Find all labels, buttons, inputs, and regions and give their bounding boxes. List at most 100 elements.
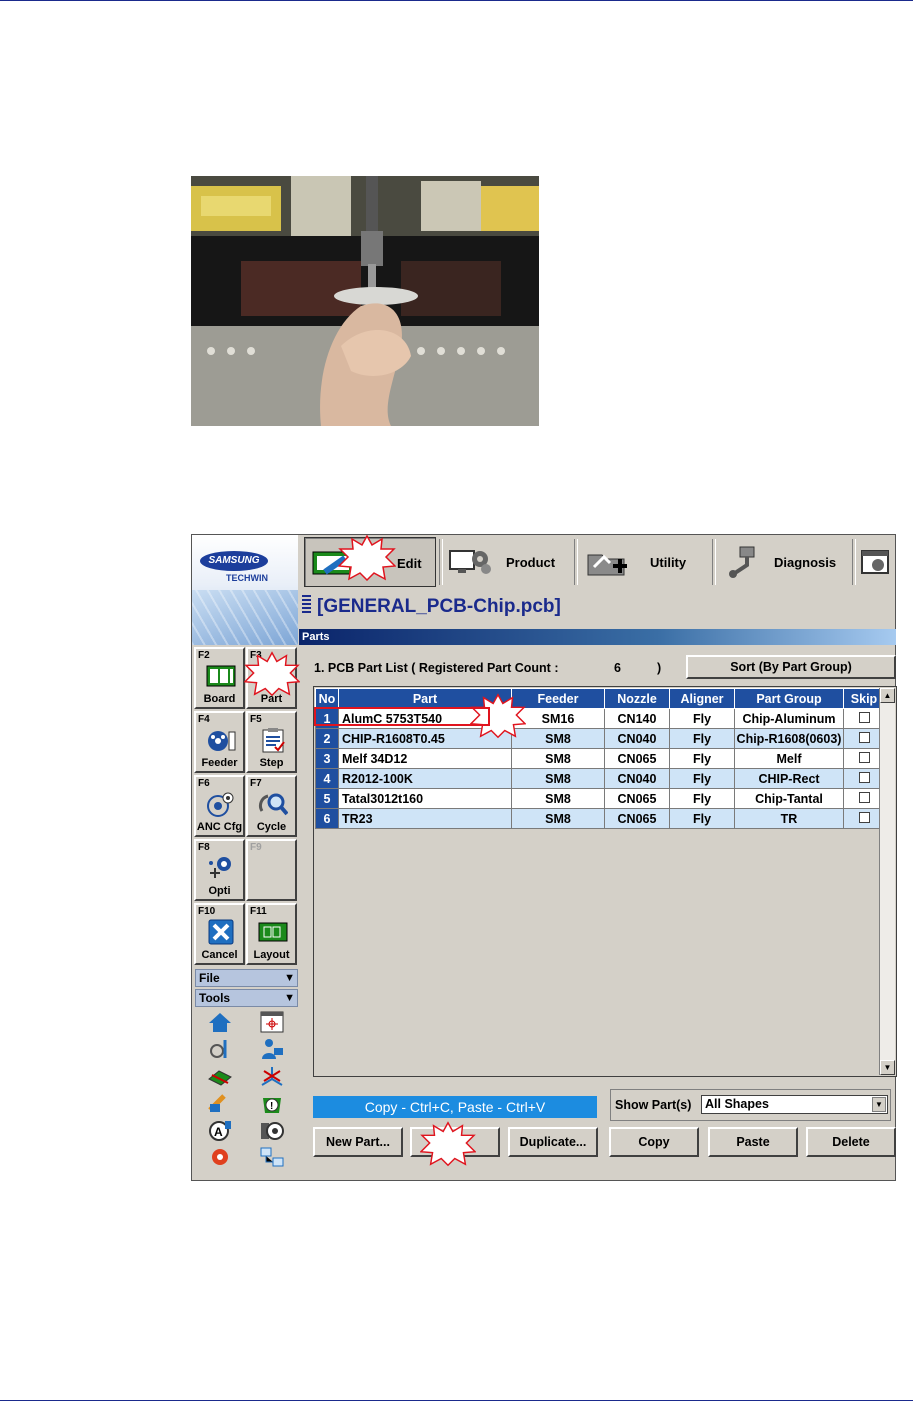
fkey-label: F10 <box>198 906 216 917</box>
top-rule <box>0 0 913 1</box>
skip-checkbox[interactable] <box>858 791 870 803</box>
fkey-label: F9 <box>250 842 262 853</box>
col-header-aligner[interactable]: Aligner <box>669 688 735 709</box>
nozzle-cell[interactable]: CN140 <box>604 708 670 729</box>
sort-by-part-group-button[interactable]: Sort (By Part Group) <box>686 655 896 679</box>
col-header-part-group[interactable]: Part Group <box>734 688 844 709</box>
part-group-cell[interactable]: Chip-Tantal <box>734 788 844 809</box>
fkey-name: Step <box>259 757 284 769</box>
col-header-no[interactable]: No <box>315 688 339 709</box>
table-row[interactable]: 5 Tatal3012t160 SM8 CN065 Fly Chip-Tanta… <box>315 788 885 809</box>
left-panel: SAMSUNG TECHWIN F2 Board F3 Part F4 Feed… <box>192 535 298 1180</box>
f8-opti-button[interactable]: F8 Opti <box>194 839 245 901</box>
feeder-icon <box>208 731 236 751</box>
conveyor-icon[interactable] <box>207 1065 233 1087</box>
nozzle-cell[interactable]: CN040 <box>604 768 670 789</box>
board-icon <box>206 665 236 687</box>
part-count-close: ) <box>657 661 662 675</box>
f4-feeder-button[interactable]: F4 Feeder <box>194 711 245 773</box>
part-group-cell[interactable]: Chip-Aluminum <box>734 708 844 729</box>
table-row[interactable]: 6 TR23 SM8 CN065 Fly TR <box>315 808 885 829</box>
f7-cycle-button[interactable]: F7 Cycle <box>246 775 297 837</box>
reel-bin-icon[interactable] <box>259 1119 285 1141</box>
table-row[interactable]: 4 R2012-100K SM8 CN040 Fly CHIP-Rect <box>315 768 885 789</box>
product-tab[interactable]: Product <box>444 537 572 587</box>
part-group-cell[interactable]: CHIP-Rect <box>734 768 844 789</box>
home-icon[interactable] <box>207 1011 233 1033</box>
part-name-cell[interactable]: R2012-100K <box>338 768 512 789</box>
skip-checkbox[interactable] <box>858 731 870 743</box>
axis-icon[interactable] <box>259 1065 285 1087</box>
toolbar-separator <box>439 539 443 585</box>
f5-step-button[interactable]: F5 Step <box>246 711 297 773</box>
part-group-cell[interactable]: Chip-R1608(0603) <box>734 728 844 749</box>
fkey-label: F11 <box>250 906 267 917</box>
new-part-button[interactable]: New Part... <box>313 1127 403 1157</box>
f11-layout-button[interactable]: F11 Layout <box>246 903 297 965</box>
duplicate-button[interactable]: Duplicate... <box>508 1127 598 1157</box>
feeder-cell[interactable]: SM8 <box>511 808 605 829</box>
vertical-scrollbar[interactable]: ▲ ▼ <box>879 688 895 1075</box>
scroll-up-icon[interactable]: ▲ <box>880 688 895 703</box>
table-row[interactable]: 3 Melf 34D12 SM8 CN065 Fly Melf <box>315 748 885 769</box>
callout-starburst <box>244 651 300 697</box>
vision-target-icon[interactable] <box>259 1011 285 1033</box>
operator-icon[interactable] <box>259 1038 285 1060</box>
calibration-icon[interactable] <box>207 1092 233 1114</box>
table-row[interactable]: 2 CHIP-R1608T0.45 SM8 CN040 Fly Chip-R16… <box>315 728 885 749</box>
tools-menu[interactable]: Tools ▼ <box>195 989 298 1007</box>
part-name-cell[interactable]: Tatal3012t160 <box>338 788 512 809</box>
chevron-down-icon[interactable]: ▼ <box>872 1097 886 1112</box>
f10-cancel-button[interactable]: F10 Cancel <box>194 903 245 965</box>
copy-paste-hint: Copy - Ctrl+C, Paste - Ctrl+V <box>313 1096 597 1118</box>
aligner-cell[interactable]: Fly <box>669 748 735 769</box>
callout-starburst <box>338 535 396 581</box>
table-header-row: No Part Feeder Nozzle Aligner Part Group… <box>315 688 885 709</box>
f2-board-button[interactable]: F2 Board <box>194 647 245 709</box>
fkey-label: F6 <box>198 778 210 789</box>
feeder-cell[interactable]: SM8 <box>511 748 605 769</box>
settings-gear-icon[interactable] <box>207 1146 233 1168</box>
skip-checkbox[interactable] <box>858 751 870 763</box>
nozzle-cell[interactable]: CN065 <box>604 808 670 829</box>
utility-tab[interactable]: Utility <box>580 537 710 587</box>
col-header-nozzle[interactable]: Nozzle <box>604 688 670 709</box>
part-group-cell[interactable]: TR <box>734 808 844 829</box>
nozzle-cell[interactable]: CN065 <box>604 788 670 809</box>
paste-button[interactable]: Paste <box>708 1127 798 1157</box>
utility-tab-label: Utility <box>650 555 687 570</box>
copy-button[interactable]: Copy <box>609 1127 699 1157</box>
aligner-cell[interactable]: Fly <box>669 808 735 829</box>
nozzle-cell[interactable]: CN040 <box>604 728 670 749</box>
fkey-label: F5 <box>250 714 262 725</box>
part-group-cell[interactable]: Melf <box>734 748 844 769</box>
delete-button[interactable]: Delete <box>806 1127 896 1157</box>
skip-checkbox[interactable] <box>858 811 870 823</box>
title-bar-icon <box>302 595 311 615</box>
aligner-cell[interactable]: Fly <box>669 788 735 809</box>
feeder-cell[interactable]: SM8 <box>511 768 605 789</box>
aligner-cell[interactable]: Fly <box>669 708 735 729</box>
network-icon[interactable] <box>259 1146 285 1168</box>
aligner-cell[interactable]: Fly <box>669 768 735 789</box>
show-parts-select[interactable]: All Shapes ▼ <box>701 1095 888 1114</box>
feeder-cell[interactable]: SM8 <box>511 788 605 809</box>
diagnosis-tab[interactable]: Diagnosis <box>718 537 850 587</box>
part-name-cell[interactable]: TR23 <box>338 808 512 829</box>
file-menu[interactable]: File ▼ <box>195 969 298 987</box>
aligner-cell[interactable]: Fly <box>669 728 735 749</box>
scroll-down-icon[interactable]: ▼ <box>880 1060 895 1075</box>
skip-checkbox[interactable] <box>858 711 870 723</box>
fkey-name: Cancel <box>201 949 238 961</box>
skip-checkbox[interactable] <box>858 771 870 783</box>
part-name-cell[interactable]: Melf 34D12 <box>338 748 512 769</box>
alarm-bin-icon[interactable]: ! <box>259 1092 285 1114</box>
svg-text:A: A <box>214 1125 223 1139</box>
file-title-text: [GENERAL_PCB-Chip.pcb] <box>317 596 561 617</box>
auto-mode-icon[interactable]: A <box>207 1119 233 1141</box>
maintenance-tab[interactable] <box>858 537 897 587</box>
f6-anc-cfg-button[interactable]: F6 ANC Cfg <box>194 775 245 837</box>
nozzle-tool-icon[interactable] <box>207 1038 233 1060</box>
nozzle-cell[interactable]: CN065 <box>604 748 670 769</box>
nozzle-installation-photo <box>191 176 539 426</box>
